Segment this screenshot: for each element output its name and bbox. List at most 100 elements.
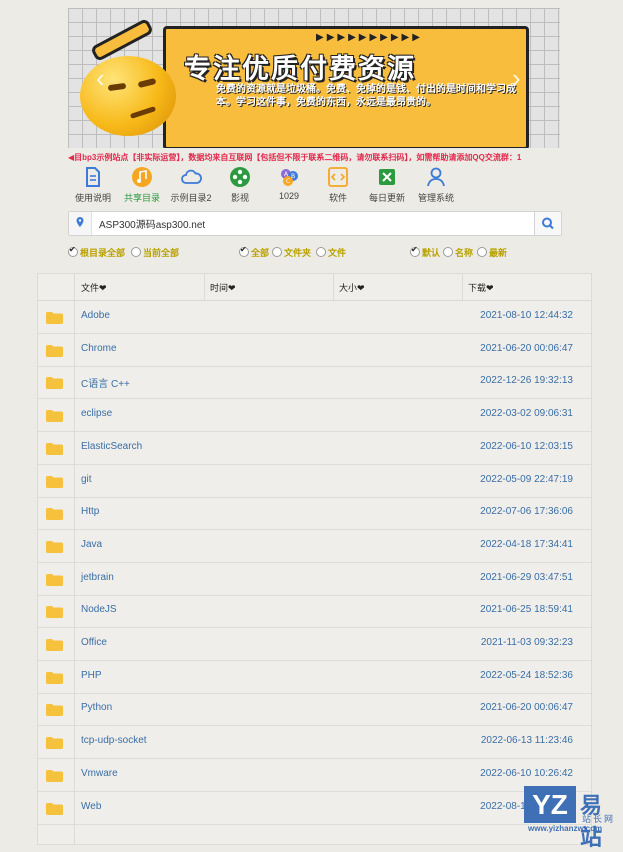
excel-icon	[379, 169, 395, 185]
svg-text:B: B	[291, 173, 295, 180]
sort-heart-icon: ❤	[486, 283, 494, 293]
file-date: 2022-05-24 18:52:36	[480, 669, 573, 681]
banner-title: 专注优质付费资源	[184, 54, 416, 84]
carousel-next-button[interactable]: ›	[512, 65, 521, 91]
file-name-link[interactable]: eclipse	[81, 408, 112, 419]
radio-icon	[477, 247, 487, 257]
filter-type-all[interactable]: 全部	[239, 245, 269, 258]
banner-card: ▶▶▶▶▶▶▶▶▶▶ 专注优质付费资源 免费的资源就是垃圾桶。免费、免掉的是钱、…	[163, 26, 529, 148]
file-name-link[interactable]: Adobe	[81, 310, 110, 321]
filter-sort-name[interactable]: 名称	[443, 246, 473, 258]
table-row[interactable]: Web2022-08-18 19:47:07	[38, 792, 591, 825]
file-date: 2022-06-10 10:26:42	[480, 767, 573, 779]
filter-sort-default[interactable]: 默认	[410, 245, 440, 258]
notice-marquee: ◀目bp3示例站点【非实际运营】，数据均来自互联网【包括但不限于联系二维码，请勿…	[68, 153, 522, 162]
table-row[interactable]: PHP 2022-05-24 18:52:36	[38, 661, 591, 694]
search-button[interactable]	[534, 212, 561, 235]
file-name-link[interactable]: jetbrain	[81, 572, 114, 583]
filter-type-folder[interactable]: 文件夹	[272, 246, 311, 258]
table-row[interactable]: ElasticSearch 2022-06-10 12:03:15	[38, 432, 591, 465]
table-row[interactable]: Python 2021-06-20 00:06:47	[38, 693, 591, 727]
table-row[interactable]: tcp-udp-socket 2022-06-13 11:23:46	[38, 726, 591, 760]
sort-heart-icon: ❤	[357, 283, 365, 293]
film-reel-icon	[230, 167, 250, 187]
folder-icon	[46, 704, 63, 717]
filter-sort-latest[interactable]: 最新	[477, 246, 507, 258]
column-header-size[interactable]: 大小❤	[339, 281, 365, 294]
sort-heart-icon: ❤	[99, 283, 107, 293]
folder-icon	[46, 671, 63, 684]
nav-item-usage[interactable]: 使用说明	[68, 166, 118, 204]
column-divider	[204, 274, 205, 300]
radio-checked-icon	[410, 245, 420, 257]
file-date: 2022-03-02 09:06:31	[480, 408, 573, 420]
abc-icon: A B C	[281, 169, 298, 186]
carousel-prev-button[interactable]: ‹	[96, 65, 105, 91]
folder-icon	[46, 606, 63, 619]
file-name-link[interactable]: PHP	[81, 670, 102, 681]
filter-label: 文件夹	[284, 247, 312, 258]
file-name-link[interactable]: Java	[81, 539, 102, 550]
folder-icon	[46, 475, 63, 488]
search-input[interactable]	[99, 214, 519, 233]
table-row[interactable]: Vmware 2022-06-10 10:26:42	[38, 759, 591, 792]
file-name-link[interactable]: Chrome	[81, 343, 117, 354]
file-date: 2022-12-26 19:32:13	[480, 375, 573, 387]
folder-icon	[46, 540, 63, 553]
nav-item-shared[interactable]: 共享目录	[117, 166, 167, 204]
file-name-link[interactable]: Vmware	[81, 768, 118, 779]
filter-label: 文件	[328, 247, 347, 258]
column-header-time[interactable]: 时间❤	[210, 281, 236, 294]
folder-icon	[46, 737, 63, 750]
filter-type-file[interactable]: 文件	[316, 246, 346, 258]
folder-icon	[46, 377, 63, 390]
file-name-link[interactable]: git	[81, 474, 92, 485]
filter-current-all[interactable]: 当前全部	[131, 246, 179, 258]
nav-item-example2[interactable]: 示例目录2	[166, 166, 216, 204]
category-nav: 使用说明 共享目录 示例目录2 影视 A B C 1029 软件 每日更新 管理…	[68, 166, 468, 204]
file-date: 2021-06-29 03:47:51	[480, 571, 573, 583]
banner-subtitle: 免费的资源就是垃圾桶。免费、免掉的是钱、付出的是时间和学习成本。学习这件事，免费…	[216, 84, 516, 108]
table-row[interactable]: eclipse 2022-03-02 09:06:31	[38, 399, 591, 433]
table-row[interactable]: NodeJS 2021-06-25 18:59:41	[38, 595, 591, 629]
table-row[interactable]: Adobe 2021-08-10 12:44:32	[38, 301, 591, 334]
file-name-link[interactable]: tcp-udp-socket	[81, 735, 147, 746]
nav-label: 软件	[328, 193, 347, 203]
radio-checked-icon	[68, 245, 78, 257]
table-row[interactable]: C语言 C++ 2022-12-26 19:32:13	[38, 366, 591, 400]
table-row[interactable]: Http 2022-07-06 17:36:06	[38, 497, 591, 531]
filter-root-all[interactable]: 根目录全部	[68, 245, 125, 258]
search-bar	[68, 211, 562, 236]
file-name-link[interactable]: Office	[81, 637, 107, 648]
table-row[interactable]: Chrome 2021-06-20 00:06:47	[38, 334, 591, 367]
filter-label: 最新	[489, 247, 508, 258]
file-date: 2021-11-03 09:32:23	[480, 637, 573, 648]
file-name-link[interactable]: C语言 C++	[81, 375, 130, 390]
location-pin-icon	[69, 212, 92, 235]
nav-item-daily[interactable]: 每日更新	[362, 166, 412, 204]
column-header-name[interactable]: 文件❤	[81, 281, 107, 294]
nav-item-video[interactable]: 影视	[215, 166, 265, 204]
table-header: 文件❤ 时间❤ 大小❤ 下载❤	[38, 274, 591, 301]
table-row[interactable]: jetbrain 2021-06-29 03:47:51	[38, 563, 591, 596]
file-date: 2022-04-18 17:34:41	[480, 538, 573, 550]
file-name-link[interactable]: Http	[81, 506, 99, 517]
nav-item-software[interactable]: 软件	[313, 166, 363, 204]
file-date: 2021-06-25 18:59:41	[480, 604, 573, 616]
column-header-download[interactable]: 下载❤	[468, 281, 494, 294]
file-date: 2022-07-06 17:36:06	[480, 506, 573, 518]
file-name-link[interactable]: ElasticSearch	[81, 441, 142, 452]
file-name-link[interactable]: Web	[81, 801, 101, 812]
watermark-url: www.yizhanzw.com	[528, 824, 603, 833]
file-name-link[interactable]: NodeJS	[81, 604, 117, 615]
table-row[interactable]: Java 2022-04-18 17:34:41	[38, 530, 591, 563]
file-date: 2022-05-09 22:47:19	[480, 473, 573, 485]
nav-item-1029[interactable]: A B C 1029	[264, 166, 314, 201]
file-name-link[interactable]: Python	[81, 702, 112, 713]
banner-carousel[interactable]: ▶▶▶▶▶▶▶▶▶▶ 专注优质付费资源 免费的资源就是垃圾桶。免费、免掉的是钱、…	[68, 8, 560, 148]
table-row[interactable]: Office 2021-11-03 09:32:23	[38, 628, 591, 661]
file-table: 文件❤ 时间❤ 大小❤ 下载❤ Adobe 2021-08-10 12:44:32…	[37, 273, 592, 845]
nav-item-admin[interactable]: 管理系统	[411, 166, 461, 204]
folder-icon	[46, 442, 63, 455]
table-row[interactable]: git 2022-05-09 22:47:19	[38, 465, 591, 498]
